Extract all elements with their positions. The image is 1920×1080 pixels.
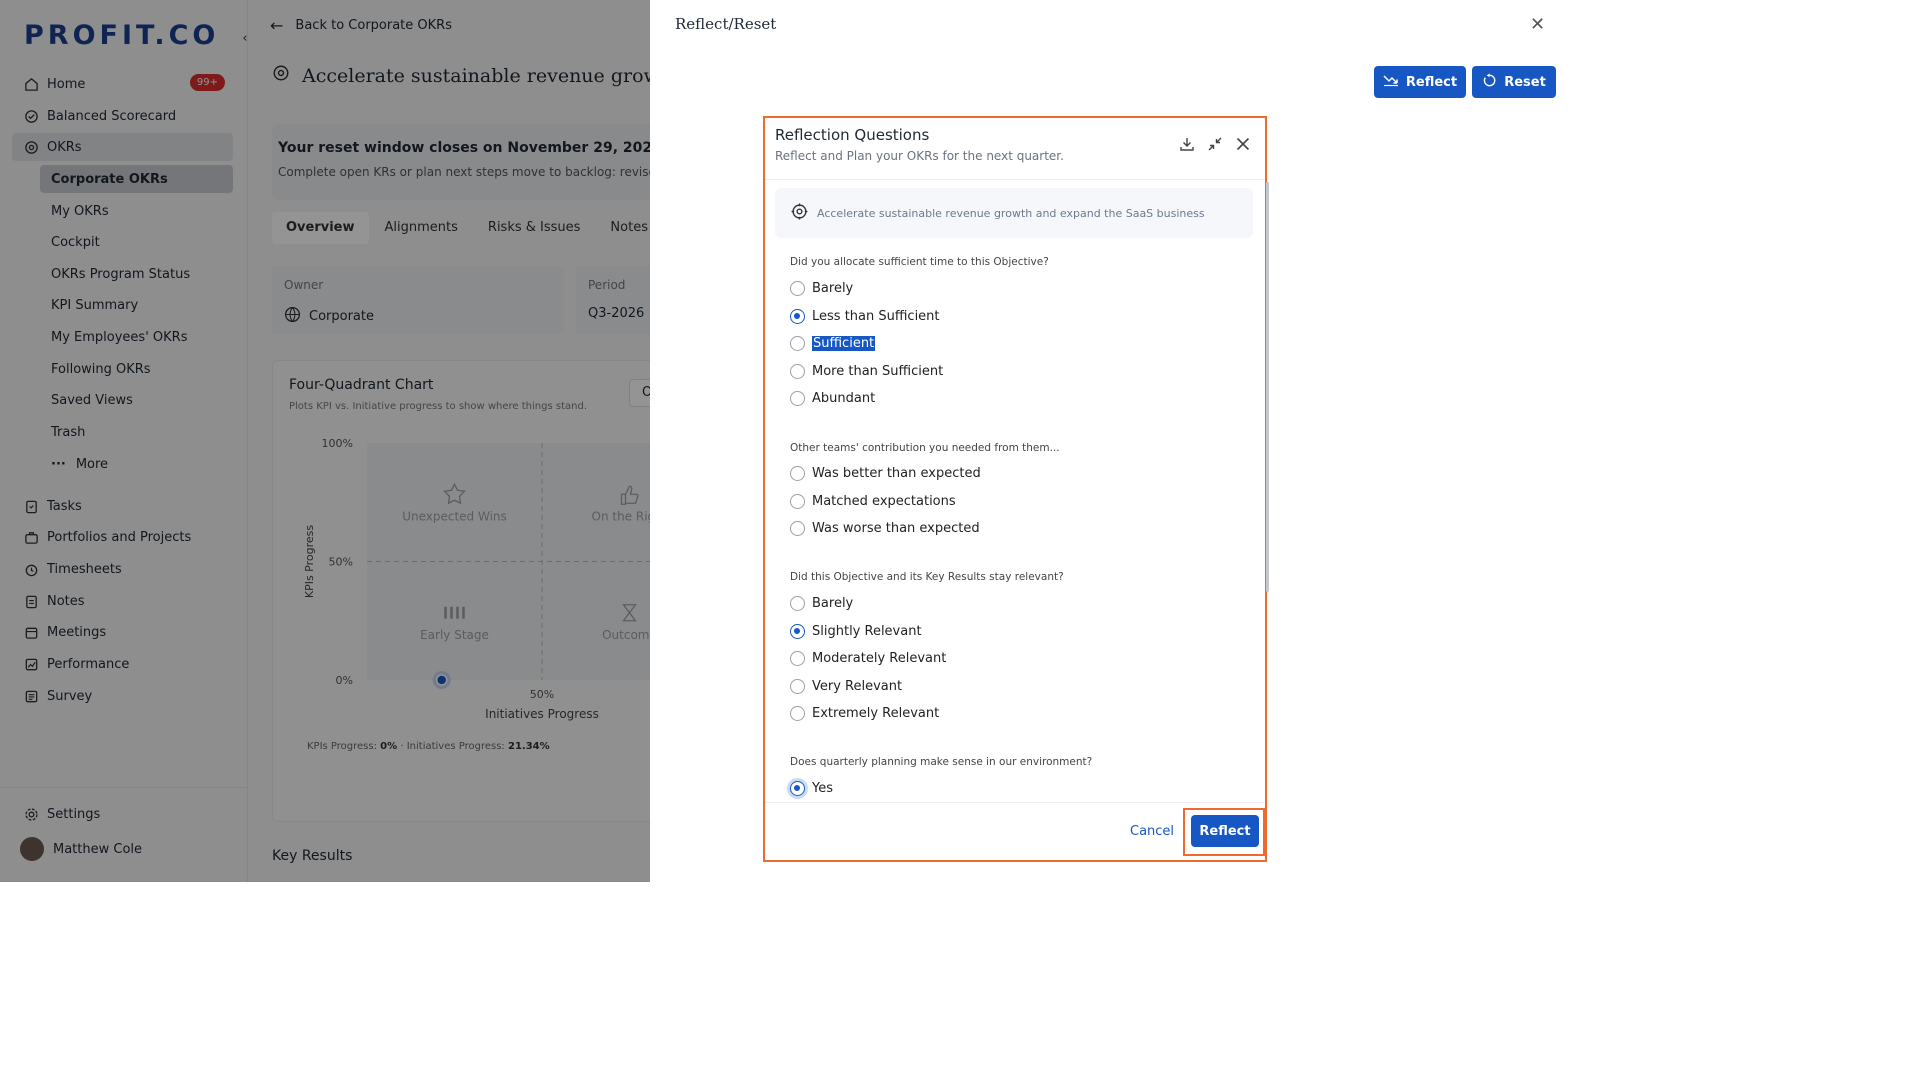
radio-button[interactable] bbox=[790, 705, 805, 721]
question-planning-label: Does quarterly planning make sense in ou… bbox=[790, 756, 1093, 768]
radio-option[interactable]: Barely bbox=[790, 593, 853, 613]
reflect-submit-button[interactable]: Reflect bbox=[1191, 815, 1259, 847]
close-icon[interactable] bbox=[1235, 136, 1251, 156]
radio-option[interactable]: More than Sufficient bbox=[790, 361, 943, 381]
reflect-header-button[interactable]: Reflect bbox=[1374, 66, 1466, 98]
radio-button[interactable] bbox=[790, 520, 805, 536]
drawer-title: Reflect/Reset bbox=[675, 15, 777, 33]
modal-header-divider bbox=[765, 179, 1265, 180]
modal-toolbar bbox=[1179, 136, 1251, 156]
minimize-icon[interactable] bbox=[1207, 136, 1223, 156]
radio-button[interactable] bbox=[790, 390, 805, 406]
radio-button-selected[interactable] bbox=[790, 623, 805, 639]
radio-option[interactable]: Moderately Relevant bbox=[790, 648, 946, 668]
radio-button-selected[interactable] bbox=[790, 780, 805, 796]
radio-button[interactable] bbox=[790, 493, 805, 509]
reflection-questions-modal: Reflection Questions Reflect and Plan yo… bbox=[763, 116, 1269, 862]
radio-button[interactable] bbox=[790, 650, 805, 666]
modal-scrollbar[interactable] bbox=[1266, 182, 1269, 592]
reflect-button-highlight: Reflect bbox=[1183, 808, 1265, 856]
close-icon[interactable]: ✕ bbox=[1530, 14, 1545, 35]
question-contribution-label: Other teams' contribution you needed fro… bbox=[790, 442, 1060, 454]
radio-option[interactable]: Slightly Relevant bbox=[790, 621, 922, 641]
modal-subtitle: Reflect and Plan your OKRs for the next … bbox=[775, 149, 1064, 163]
objective-summary: Accelerate sustainable revenue growth an… bbox=[775, 188, 1253, 238]
radio-button[interactable] bbox=[790, 363, 805, 379]
modal-backdrop[interactable] bbox=[0, 0, 650, 882]
question-relevance-label: Did this Objective and its Key Results s… bbox=[790, 571, 1064, 583]
radio-button[interactable] bbox=[790, 595, 805, 611]
radio-option[interactable]: Barely bbox=[790, 278, 853, 298]
modal-footer-divider bbox=[765, 802, 1265, 803]
radio-option[interactable]: Abundant bbox=[790, 388, 875, 408]
radio-button[interactable] bbox=[790, 335, 805, 351]
cancel-button[interactable]: Cancel bbox=[1130, 824, 1174, 839]
modal-title: Reflection Questions bbox=[775, 126, 930, 144]
download-icon[interactable] bbox=[1179, 136, 1195, 156]
radio-option[interactable]: Less than Sufficient bbox=[790, 306, 940, 326]
radio-option[interactable]: Sufficient bbox=[790, 333, 876, 353]
radio-button[interactable] bbox=[790, 465, 805, 481]
radio-option[interactable]: Extremely Relevant bbox=[790, 703, 939, 723]
reset-header-button[interactable]: Reset bbox=[1472, 66, 1556, 98]
radio-option[interactable]: Was worse than expected bbox=[790, 518, 980, 538]
question-time-label: Did you allocate sufficient time to this… bbox=[790, 256, 1049, 268]
target-icon bbox=[791, 203, 808, 223]
radio-option[interactable]: Very Relevant bbox=[790, 676, 902, 696]
radio-button[interactable] bbox=[790, 678, 805, 694]
radio-option[interactable]: Yes bbox=[790, 778, 833, 798]
radio-option[interactable]: Matched expectations bbox=[790, 491, 956, 511]
radio-option[interactable]: Was better than expected bbox=[790, 463, 981, 483]
radio-button-selected[interactable] bbox=[790, 308, 805, 324]
reset-icon bbox=[1482, 72, 1497, 92]
reflect-icon bbox=[1383, 73, 1399, 91]
radio-button[interactable] bbox=[790, 280, 805, 296]
